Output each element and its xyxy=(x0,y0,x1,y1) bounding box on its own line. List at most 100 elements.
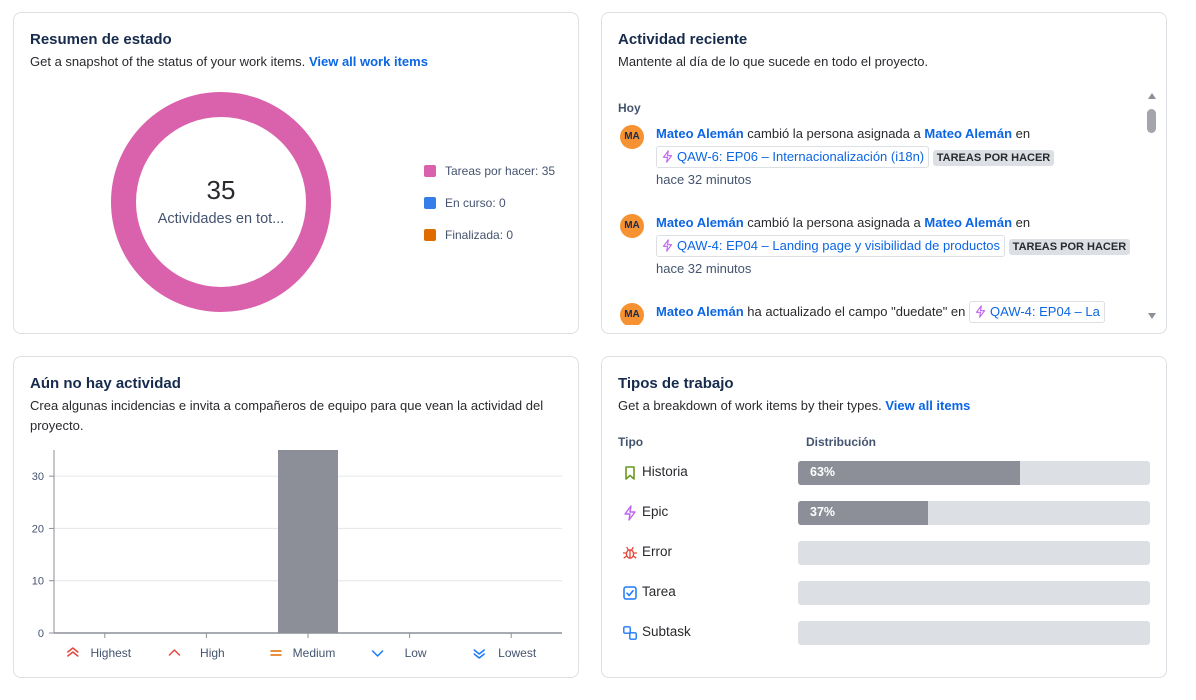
user-link[interactable]: Mateo Alemán xyxy=(656,215,744,230)
issue-link[interactable]: QAW-4: EP04 – Landing page y visibilidad… xyxy=(656,235,1006,257)
legend-swatch xyxy=(424,229,436,241)
bookmark-icon xyxy=(625,466,635,480)
bar-medium[interactable] xyxy=(278,450,338,633)
distribution-bar[interactable]: 63% xyxy=(798,461,1150,485)
work-types-card: Tipos de trabajo Get a breakdown of work… xyxy=(601,356,1167,678)
legend-item-in-progress[interactable]: En curso: 0 xyxy=(424,195,555,211)
col-header-type: Tipo xyxy=(618,435,644,449)
recent-activity-card: Actividad reciente Mantente al día de lo… xyxy=(601,12,1167,334)
priority-medium-icon xyxy=(270,650,282,656)
checkbox-icon xyxy=(623,586,637,600)
status-donut-chart[interactable]: 35 Actividades en tot... xyxy=(110,91,332,313)
lightning-icon xyxy=(975,305,986,318)
donut-total: 35 xyxy=(206,175,236,205)
percent-label: 37% xyxy=(810,505,836,519)
subtask-icon xyxy=(623,626,637,640)
legend-label: Tareas por hacer: 35 xyxy=(445,164,556,178)
type-row-tarea: Tarea xyxy=(618,581,1152,605)
card-subtitle: Get a snapshot of the status of your wor… xyxy=(30,52,428,72)
card-title: Actividad reciente xyxy=(618,31,748,48)
distribution-bar[interactable] xyxy=(798,621,1150,645)
legend-swatch xyxy=(424,165,436,177)
issue-text: QAW-6: EP06 – Internacionalización (i18n… xyxy=(677,149,925,164)
avatar[interactable]: MA xyxy=(620,303,644,325)
priority-highest-icon xyxy=(67,647,79,657)
activity-scrollbar[interactable] xyxy=(1146,93,1158,319)
view-all-work-items-link[interactable]: View all work items xyxy=(309,54,428,69)
x-tick-label: Low xyxy=(405,646,427,660)
activity-feed[interactable]: Hoy MA Mateo Alemán cambió la persona as… xyxy=(602,87,1152,325)
timestamp: hace 32 minutos xyxy=(656,172,752,187)
legend-item-todo[interactable]: Tareas por hacer: 35 xyxy=(424,163,555,179)
legend-label: Finalizada: 0 xyxy=(445,228,514,242)
legend-swatch xyxy=(424,197,436,209)
x-tick-label: Medium xyxy=(293,646,336,660)
type-label[interactable]: Epic xyxy=(642,504,668,519)
y-tick-label: 20 xyxy=(32,523,44,535)
issue-link[interactable]: QAW-6: EP06 – Internacionalización (i18n… xyxy=(656,146,930,168)
target-user-link[interactable]: Mateo Alemán xyxy=(924,126,1012,141)
type-row-historia: Historia 63% xyxy=(618,461,1152,485)
card-subtitle: Crea algunas incidencias e invita a comp… xyxy=(30,398,544,433)
type-row-error: Error xyxy=(618,541,1152,565)
card-title: Resumen de estado xyxy=(30,31,172,48)
y-tick-label: 10 xyxy=(32,576,44,588)
legend-label: En curso: 0 xyxy=(445,196,506,210)
avatar[interactable]: MA xyxy=(620,214,644,238)
user-link[interactable]: Mateo Alemán xyxy=(656,304,744,319)
issue-link[interactable]: QAW-4: EP04 – La xyxy=(969,301,1105,323)
x-tick-label: Lowest xyxy=(498,646,537,660)
status-lozenge: TAREAS POR HACER xyxy=(932,150,1055,166)
action-text: ha actualizado el campo "duedate" en xyxy=(747,304,966,319)
x-tick-label: Highest xyxy=(90,646,131,660)
type-row-epic: Epic 37% xyxy=(618,501,1152,525)
action-text: cambió la persona asignada a xyxy=(747,215,921,230)
status-lozenge: TAREAS POR HACER xyxy=(1008,239,1131,255)
distribution-bar[interactable] xyxy=(798,581,1150,605)
priority-low-icon xyxy=(371,650,384,657)
type-label[interactable]: Historia xyxy=(642,464,688,479)
subtitle-text: Get a snapshot of the status of your wor… xyxy=(30,54,306,69)
subtitle-text: Get a breakdown of work items by their t… xyxy=(618,398,882,413)
timestamp: hace 32 minutos xyxy=(656,261,752,276)
percent-label: 63% xyxy=(810,465,836,479)
y-tick-label: 0 xyxy=(38,628,44,640)
card-title: Tipos de trabajo xyxy=(618,375,734,392)
target-user-link[interactable]: Mateo Alemán xyxy=(924,215,1012,230)
card-subtitle: Get a breakdown of work items by their t… xyxy=(618,396,970,416)
scroll-thumb[interactable] xyxy=(1147,109,1156,133)
lightning-icon xyxy=(624,505,636,521)
issue-text: QAW-4: EP04 – La xyxy=(990,304,1100,319)
scroll-up-arrow-icon[interactable] xyxy=(1148,93,1156,99)
type-label[interactable]: Subtask xyxy=(642,624,691,639)
day-header: Hoy xyxy=(618,101,641,115)
user-link[interactable]: Mateo Alemán xyxy=(656,126,744,141)
legend-item-done[interactable]: Finalizada: 0 xyxy=(424,227,555,243)
avatar[interactable]: MA xyxy=(620,125,644,149)
status-legend: Tareas por hacer: 35 En curso: 0 Finaliz… xyxy=(424,163,555,259)
distribution-bar[interactable]: 37% xyxy=(798,501,1150,525)
scroll-down-arrow-icon[interactable] xyxy=(1148,313,1156,319)
lightning-icon xyxy=(662,150,673,163)
priority-bar-chart: 0 10 20 30 Highest High Medium Low Lowest xyxy=(32,450,562,660)
priority-high-icon xyxy=(168,649,181,656)
issue-text: QAW-4: EP04 – Landing page y visibilidad… xyxy=(677,238,1001,253)
card-title: Aún no hay actividad xyxy=(30,375,181,392)
col-header-distribution: Distribución xyxy=(806,435,877,449)
distribution-bar[interactable] xyxy=(798,541,1150,565)
y-tick-label: 30 xyxy=(32,471,44,483)
action-text: cambió la persona asignada a xyxy=(747,126,921,141)
type-label[interactable]: Tarea xyxy=(642,584,676,599)
connector-text: en xyxy=(1015,215,1031,230)
bug-icon xyxy=(622,546,638,559)
lightning-icon xyxy=(662,239,673,252)
type-label[interactable]: Error xyxy=(642,544,672,559)
view-all-items-link[interactable]: View all items xyxy=(885,398,970,413)
card-subtitle: Mantente al día de lo que sucede en todo… xyxy=(618,54,929,69)
type-row-subtask: Subtask xyxy=(618,621,1152,645)
priority-lowest-icon xyxy=(473,649,485,659)
connector-text: en xyxy=(1015,126,1031,141)
priority-breakdown-card: Aún no hay actividad Crea algunas incide… xyxy=(13,356,579,678)
x-tick-label: High xyxy=(200,646,225,660)
status-summary-card: Resumen de estado Get a snapshot of the … xyxy=(13,12,579,334)
